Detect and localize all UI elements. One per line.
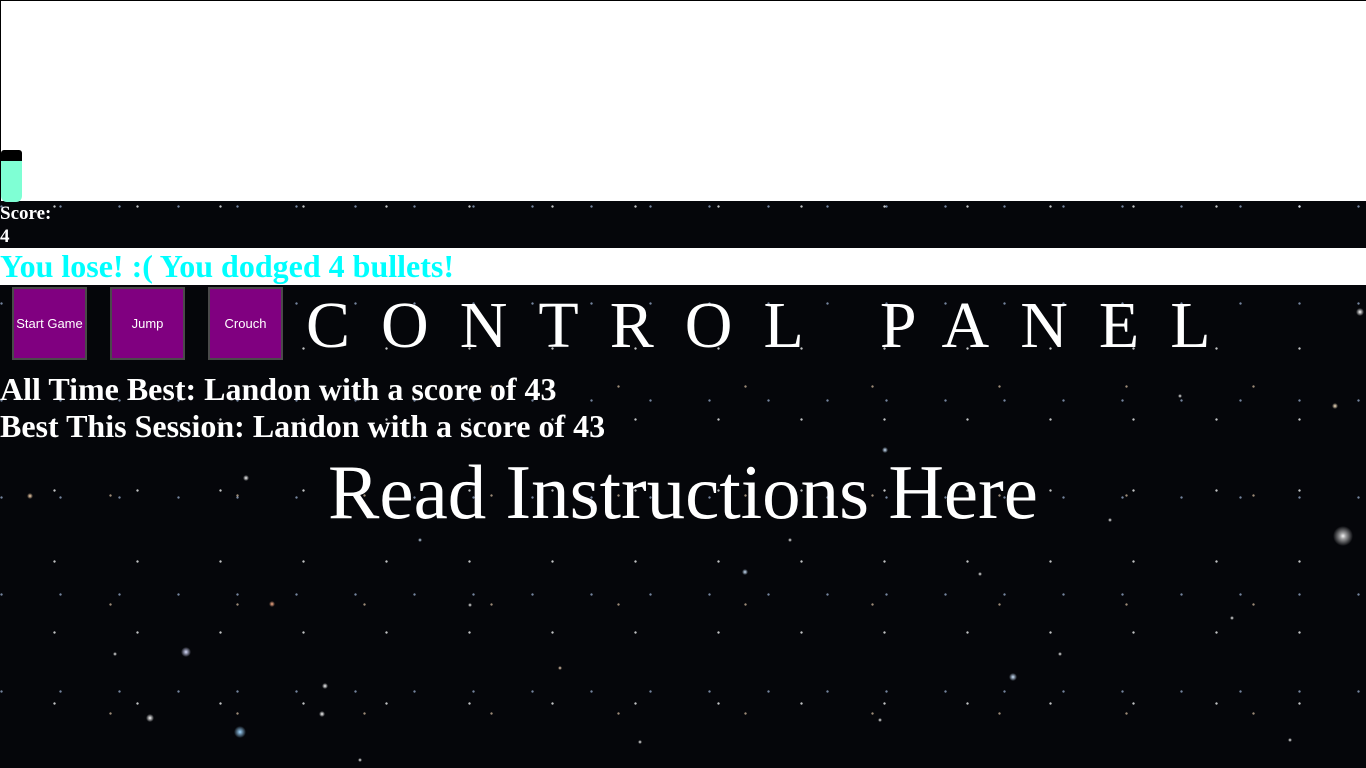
- control-panel-title: CONTROL PANEL: [306, 289, 1242, 362]
- crouch-button[interactable]: Crouch: [208, 287, 283, 360]
- score-display: Score: 4: [0, 202, 51, 248]
- start-game-button[interactable]: Start Game: [12, 287, 87, 360]
- player-body: [1, 161, 22, 202]
- session-best-score: Best This Session: Landon with a score o…: [0, 408, 606, 444]
- all-time-best-score: All Time Best: Landon with a score of 43: [0, 371, 557, 407]
- game-over-message: You lose! :( You dodged 4 bullets!: [0, 248, 454, 284]
- game-over-banner: You lose! :( You dodged 4 bullets!: [0, 248, 1366, 285]
- game-canvas[interactable]: [0, 0, 1366, 202]
- jump-button[interactable]: Jump: [110, 287, 185, 360]
- score-label: Score:: [0, 203, 52, 224]
- read-instructions-link[interactable]: Read Instructions Here: [0, 448, 1366, 536]
- player-head: [1, 150, 22, 161]
- player-character: [1, 150, 22, 202]
- score-value: 4: [0, 226, 10, 247]
